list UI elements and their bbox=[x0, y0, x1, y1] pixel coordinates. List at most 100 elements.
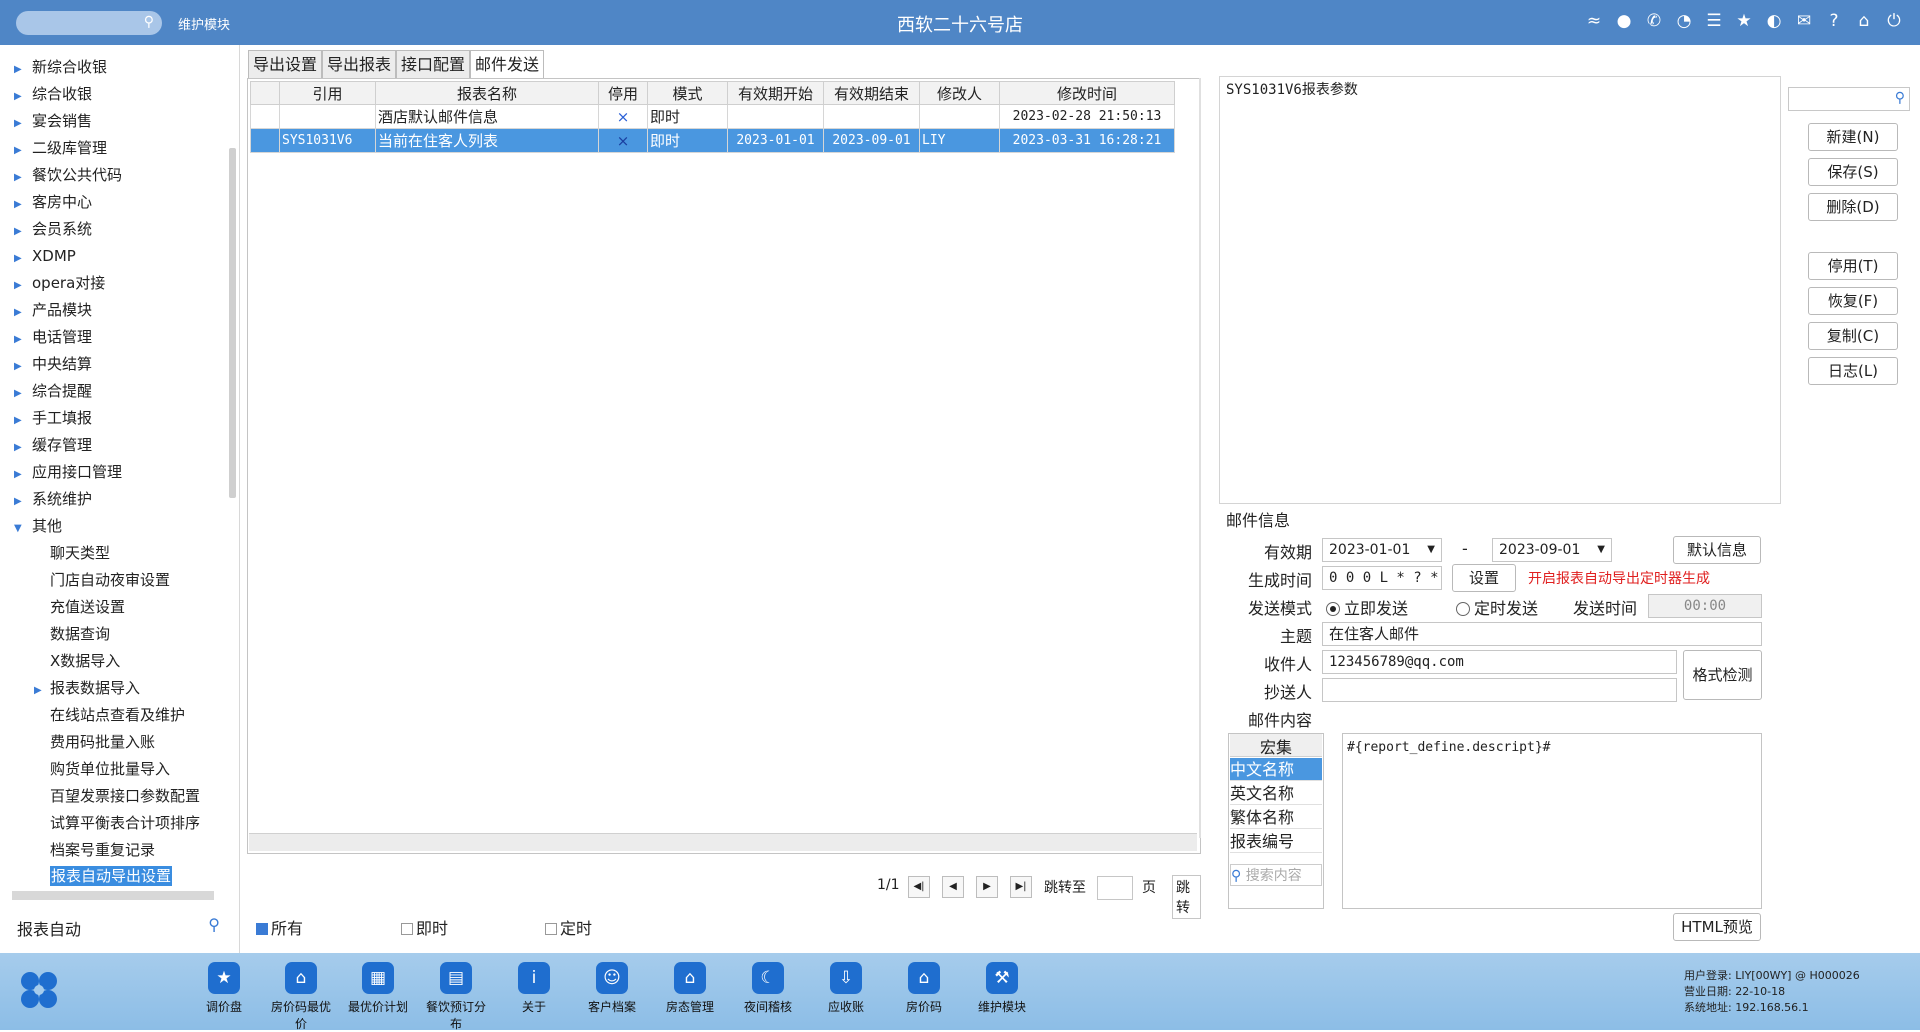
home-icon[interactable]: ⌂ bbox=[1854, 10, 1874, 32]
theme-icon[interactable]: ◐ bbox=[1764, 10, 1784, 32]
help-icon[interactable]: ? bbox=[1824, 10, 1844, 32]
sidebar-subitem[interactable]: 试算平衡表合计项排序 bbox=[50, 811, 200, 835]
bottom-item-dining-booking[interactable]: ▤ 餐饮预订分布 bbox=[421, 962, 491, 1032]
sidebar-subitem[interactable]: X数据导入 bbox=[50, 649, 120, 673]
bottom-item-customer-profile[interactable]: ☺ 客户档案 bbox=[577, 962, 647, 1015]
macro-item-selected[interactable]: 中文名称 bbox=[1230, 758, 1322, 781]
filter-scheduled-checkbox[interactable]: 定时 bbox=[545, 915, 592, 939]
delete-button[interactable]: 删除(D) bbox=[1808, 193, 1898, 221]
copy-button[interactable]: 复制(C) bbox=[1808, 322, 1898, 350]
cell-stop[interactable]: × bbox=[598, 128, 648, 153]
cell-stop[interactable]: × bbox=[598, 104, 648, 129]
sidebar-subitem[interactable]: 费用码批量入账 bbox=[50, 730, 155, 754]
search-icon[interactable]: ⚲ bbox=[1895, 90, 1905, 106]
subject-input[interactable]: 在住客人邮件 bbox=[1322, 622, 1762, 646]
format-check-button[interactable]: 格式检测 bbox=[1683, 650, 1762, 700]
recipient-input[interactable]: 123456789@qq.com bbox=[1322, 650, 1677, 674]
html-preview-button[interactable]: HTML预览 bbox=[1673, 913, 1761, 941]
sidebar-item-housekeeping[interactable]: ▶ 客房中心 bbox=[14, 190, 92, 214]
power-icon[interactable]: ⏻ bbox=[1884, 10, 1904, 32]
star-icon[interactable]: ★ bbox=[1734, 10, 1754, 32]
sidebar-item-manual-report[interactable]: ▶ 手工填报 bbox=[14, 406, 92, 430]
sidebar-subitem[interactable]: 充值送设置 bbox=[50, 595, 125, 619]
bottom-item-night-audit[interactable]: ☾ 夜间稽核 bbox=[733, 962, 803, 1015]
sidebar-item-dining-codes[interactable]: ▶ 餐饮公共代码 bbox=[14, 163, 122, 187]
column-header[interactable]: 修改时间 bbox=[999, 81, 1175, 105]
macro-search-input[interactable]: ⚲ 搜索内容 bbox=[1230, 864, 1322, 886]
phone-icon[interactable]: ✆ bbox=[1644, 10, 1664, 32]
tab-export-settings[interactable]: 导出设置 bbox=[248, 50, 323, 78]
bottom-item-maintenance[interactable]: ⚒ 维护模块 bbox=[967, 962, 1037, 1015]
sidebar-subitem[interactable]: 数据查询 bbox=[50, 622, 110, 646]
sidebar-item-reminders[interactable]: ▶ 综合提醒 bbox=[14, 379, 92, 403]
disable-button[interactable]: 停用(T) bbox=[1808, 252, 1898, 280]
app-logo-icon[interactable] bbox=[18, 969, 60, 1011]
sidebar-subitem[interactable]: 聊天类型 bbox=[50, 541, 110, 565]
filter-instant-checkbox[interactable]: 即时 bbox=[401, 915, 448, 939]
tab-mail-send[interactable]: 邮件发送 bbox=[470, 50, 545, 78]
bottom-item-room-rate-best[interactable]: ⌂ 房价码最优价 bbox=[266, 962, 336, 1032]
send-instant-radio[interactable]: 立即发送 bbox=[1326, 595, 1408, 619]
mail-content-editor[interactable]: #{report_define.descript}# bbox=[1342, 733, 1762, 909]
first-page-button[interactable]: ◀| bbox=[908, 876, 930, 898]
sidebar-subitem[interactable]: 在线站点查看及维护 bbox=[50, 703, 185, 727]
jump-page-input[interactable] bbox=[1097, 876, 1133, 900]
wifi-icon[interactable]: ≈ bbox=[1584, 10, 1604, 32]
validity-start-select[interactable]: 2023-01-01 ▼ bbox=[1322, 538, 1442, 562]
send-time-input[interactable]: 00:00 bbox=[1648, 594, 1762, 618]
macro-item[interactable]: 英文名称 bbox=[1230, 782, 1322, 805]
sidebar-item-sub-warehouse[interactable]: ▶ 二级库管理 bbox=[14, 136, 107, 160]
bottom-item-room-status[interactable]: ⌂ 房态管理 bbox=[655, 962, 725, 1015]
column-header[interactable]: 有效期结束 bbox=[823, 81, 920, 105]
cc-input[interactable] bbox=[1322, 678, 1677, 702]
sidebar-scrollbar[interactable] bbox=[229, 148, 236, 498]
send-scheduled-radio[interactable]: 定时发送 bbox=[1456, 595, 1538, 619]
search-icon[interactable]: ⚲ bbox=[208, 915, 220, 934]
sidebar-item-phone[interactable]: ▶ 电话管理 bbox=[14, 325, 92, 349]
column-header[interactable]: 有效期开始 bbox=[727, 81, 824, 105]
save-button[interactable]: 保存(S) bbox=[1808, 158, 1898, 186]
grid-horizontal-scrollbar[interactable] bbox=[249, 833, 1197, 851]
bottom-item-best-price-plan[interactable]: ▦ 最优价计划 bbox=[343, 962, 413, 1015]
right-search-input[interactable]: ⚲ bbox=[1788, 87, 1910, 111]
column-header[interactable]: 停用 bbox=[598, 81, 648, 105]
sidebar-item-banquet[interactable]: ▶ 宴会销售 bbox=[14, 109, 92, 133]
sidebar-item-other[interactable]: ▼ 其他 bbox=[14, 514, 62, 538]
sidebar-item-xdmp[interactable]: ▶ XDMP bbox=[14, 244, 76, 268]
grid-vertical-scrollbar[interactable] bbox=[1199, 78, 1201, 838]
set-button[interactable]: 设置 bbox=[1452, 564, 1516, 592]
sidebar-subitem-report-import[interactable]: ▶ 报表数据导入 bbox=[34, 676, 140, 700]
mail-icon[interactable]: ✉ bbox=[1794, 10, 1814, 32]
sidebar-item-central-settlement[interactable]: ▶ 中央结算 bbox=[14, 352, 92, 376]
column-header[interactable]: 模式 bbox=[647, 81, 728, 105]
bottom-item-about[interactable]: i 关于 bbox=[499, 962, 569, 1015]
bottom-item-rate-code[interactable]: ⌂ 房价码 bbox=[889, 962, 959, 1015]
prev-page-button[interactable]: ◀ bbox=[942, 876, 964, 898]
sidebar-item-cashier[interactable]: ▶ 综合收银 bbox=[14, 82, 92, 106]
column-header[interactable]: 修改人 bbox=[919, 81, 1000, 105]
sidebar-subitem[interactable]: 门店自动夜审设置 bbox=[50, 568, 170, 592]
sidebar-horizontal-scrollbar[interactable] bbox=[12, 891, 214, 900]
sidebar-item-cache[interactable]: ▶ 缓存管理 bbox=[14, 433, 92, 457]
column-header[interactable]: 报表名称 bbox=[375, 81, 599, 105]
jump-button[interactable]: 跳转 bbox=[1172, 875, 1201, 919]
sidebar-item-opera[interactable]: ▶ opera对接 bbox=[14, 271, 105, 295]
table-row[interactable]: 酒店默认邮件信息 × 即时 2023-02-28 21:50:13 bbox=[250, 104, 1175, 129]
menu-icon[interactable]: ☰ bbox=[1704, 10, 1724, 32]
bottom-item-receivable[interactable]: ⇩ 应收账 bbox=[811, 962, 881, 1015]
log-button[interactable]: 日志(L) bbox=[1808, 357, 1898, 385]
sidebar-search-input[interactable]: 报表自动 ⚲ bbox=[12, 911, 227, 939]
sidebar-subitem[interactable]: 购货单位批量导入 bbox=[50, 757, 170, 781]
sidebar-subitem[interactable]: 档案号重复记录 bbox=[50, 838, 155, 862]
palette-icon[interactable]: ◔ bbox=[1674, 10, 1694, 32]
sidebar-item-new-cashier[interactable]: ▶ 新综合收银 bbox=[14, 55, 107, 79]
next-page-button[interactable]: ▶ bbox=[976, 876, 998, 898]
filter-all-checkbox[interactable]: 所有 bbox=[256, 915, 303, 939]
table-row-selected[interactable]: SYS1031V6 当前在住客人列表 × 即时 2023-01-01 2023-… bbox=[250, 128, 1175, 153]
macro-item[interactable]: 报表编号 bbox=[1230, 830, 1322, 853]
restore-button[interactable]: 恢复(F) bbox=[1808, 287, 1898, 315]
last-page-button[interactable]: ▶| bbox=[1010, 876, 1032, 898]
sidebar-subitem-selected[interactable]: 报表自动导出设置 bbox=[50, 864, 173, 888]
macro-item[interactable]: 繁体名称 bbox=[1230, 806, 1322, 829]
sidebar-item-membership[interactable]: ▶ 会员系统 bbox=[14, 217, 92, 241]
